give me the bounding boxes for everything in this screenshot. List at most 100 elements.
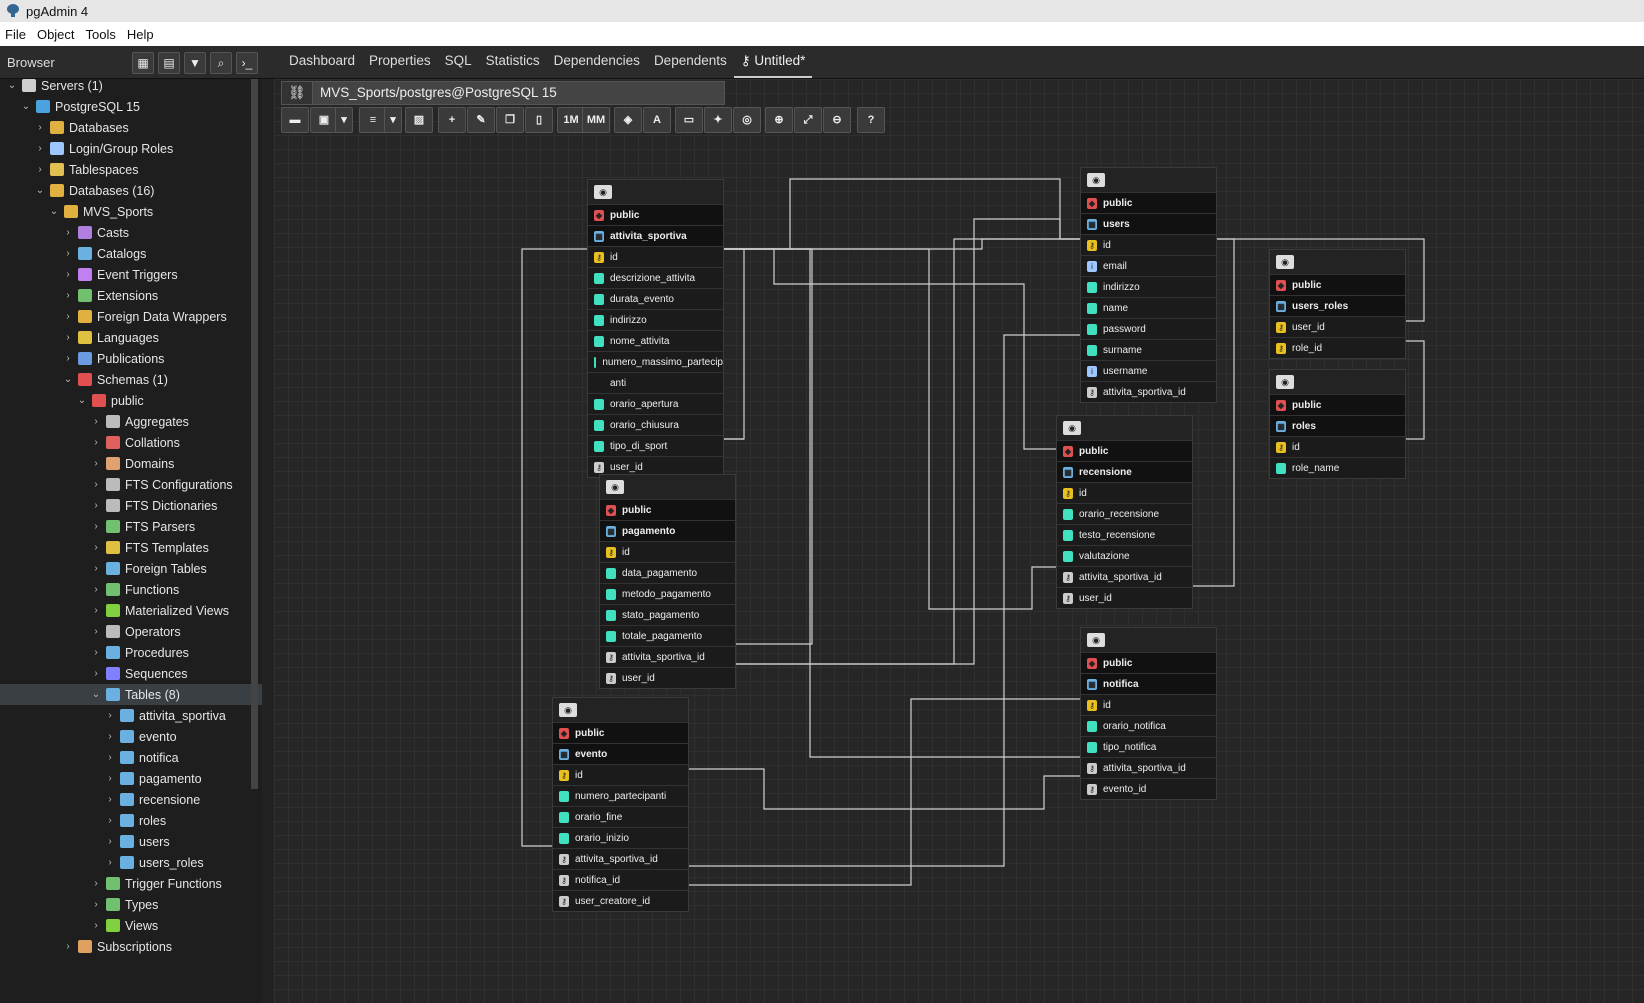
menu-tools[interactable]: Tools: [86, 27, 116, 42]
table-name-row[interactable]: ▦ notifica: [1081, 673, 1216, 694]
table-column-row[interactable]: tipo_di_sport: [588, 435, 723, 456]
table-column-row[interactable]: stato_pagamento: [600, 604, 735, 625]
tree-item[interactable]: ⌄ MVS_Sports: [0, 201, 262, 222]
chevron-right-icon[interactable]: ›: [34, 143, 46, 154]
table-name-row[interactable]: ▦ evento: [553, 743, 688, 764]
chevron-right-icon[interactable]: ›: [90, 458, 102, 469]
table-schema-row[interactable]: ◆ public: [1081, 652, 1216, 673]
chevron-down-icon[interactable]: ⌄: [20, 101, 32, 112]
table-column-row[interactable]: nome_attivita: [588, 330, 723, 351]
erd-table-notifica[interactable]: ◉ ◆ public ▦ notifica ⚷ id orario_notifica tipo_…: [1080, 627, 1217, 800]
tree-item[interactable]: › Extensions: [0, 285, 262, 306]
chevron-right-icon[interactable]: ›: [104, 794, 116, 805]
chevron-right-icon[interactable]: ›: [62, 332, 74, 343]
chevron-right-icon[interactable]: ›: [90, 878, 102, 889]
table-name-row[interactable]: ▦ users: [1081, 213, 1216, 234]
chevron-right-icon[interactable]: ›: [62, 269, 74, 280]
chevron-right-icon[interactable]: ›: [90, 647, 102, 658]
table-column-row[interactable]: ⚷ user_creatore_id: [553, 890, 688, 911]
chevron-right-icon[interactable]: ›: [62, 353, 74, 364]
tab-dashboard[interactable]: Dashboard: [282, 46, 362, 78]
view-data-icon[interactable]: ▤: [158, 52, 180, 74]
table-column-row[interactable]: ⚷ id: [1081, 694, 1216, 715]
toggle-visibility-icon[interactable]: ◉: [1063, 421, 1081, 435]
menu-object[interactable]: Object: [37, 27, 75, 42]
tree-item[interactable]: › Catalogs: [0, 243, 262, 264]
table-name-row[interactable]: ▦ users_roles: [1270, 295, 1405, 316]
tree-item[interactable]: › Types: [0, 894, 262, 915]
tree-item[interactable]: › Domains: [0, 453, 262, 474]
chevron-right-icon[interactable]: ›: [104, 710, 116, 721]
erd-table-recensione[interactable]: ◉ ◆ public ▦ recensione ⚷ id orario_recensione t…: [1056, 415, 1193, 609]
tree-item[interactable]: › Views: [0, 915, 262, 936]
chevron-down-icon[interactable]: ⌄: [90, 689, 102, 700]
chevron-right-icon[interactable]: ›: [104, 731, 116, 742]
relationship-line[interactable]: [687, 334, 1080, 867]
tree-item[interactable]: › FTS Templates: [0, 537, 262, 558]
table-column-row[interactable]: ⚷ id: [553, 764, 688, 785]
tab-erd-untitled[interactable]: ⚷ Untitled*: [733, 46, 813, 78]
chevron-down-icon[interactable]: ⌄: [62, 374, 74, 385]
tree-item[interactable]: › Foreign Tables: [0, 558, 262, 579]
table-column-row[interactable]: orario_chiusura: [588, 414, 723, 435]
tab-dependencies[interactable]: Dependencies: [547, 46, 647, 78]
table-name-row[interactable]: ▦ attivita_sportiva: [588, 225, 723, 246]
table-column-row[interactable]: name: [1081, 297, 1216, 318]
table-column-row[interactable]: ⚷ notifica_id: [553, 869, 688, 890]
table-column-row[interactable]: anti: [588, 372, 723, 393]
table-column-row[interactable]: ⚷ attivita_sportiva_id: [1081, 381, 1216, 402]
chevron-right-icon[interactable]: ›: [90, 416, 102, 427]
toggle-visibility-icon[interactable]: ◉: [1087, 173, 1105, 187]
tree-item[interactable]: › notifica: [0, 747, 262, 768]
table-column-row[interactable]: totale_pagamento: [600, 625, 735, 646]
tree-item[interactable]: › Aggregates: [0, 411, 262, 432]
relationship-line[interactable]: [722, 238, 1080, 250]
toggle-visibility-icon[interactable]: ◉: [594, 185, 612, 199]
table-schema-row[interactable]: ◆ public: [553, 722, 688, 743]
tab-sql[interactable]: SQL: [438, 46, 479, 78]
chevron-right-icon[interactable]: ›: [90, 920, 102, 931]
tree-item[interactable]: › FTS Dictionaries: [0, 495, 262, 516]
table-column-row[interactable]: indirizzo: [1081, 276, 1216, 297]
tree-item[interactable]: ⌄ Databases (16): [0, 180, 262, 201]
table-column-row[interactable]: orario_notifica: [1081, 715, 1216, 736]
table-column-row[interactable]: ⚷ user_id: [600, 667, 735, 688]
toggle-visibility-icon[interactable]: ◉: [1087, 633, 1105, 647]
chevron-right-icon[interactable]: ›: [62, 311, 74, 322]
table-column-row[interactable]: numero_partecipanti: [553, 785, 688, 806]
chevron-right-icon[interactable]: ›: [90, 899, 102, 910]
chevron-right-icon[interactable]: ›: [62, 227, 74, 238]
table-column-row[interactable]: role_name: [1270, 457, 1405, 478]
tree-item[interactable]: › users_roles: [0, 852, 262, 873]
table-schema-row[interactable]: ◆ public: [1081, 192, 1216, 213]
table-column-row[interactable]: orario_recensione: [1057, 503, 1192, 524]
table-column-row[interactable]: ⚷ attivita_sportiva_id: [1081, 757, 1216, 778]
relationship-line[interactable]: [687, 768, 1080, 810]
chevron-down-icon[interactable]: ⌄: [76, 395, 88, 406]
table-column-row[interactable]: ⚷ user_id: [1270, 316, 1405, 337]
chevron-right-icon[interactable]: ›: [104, 815, 116, 826]
tree-item[interactable]: ⌄ public: [0, 390, 262, 411]
chevron-right-icon[interactable]: ›: [90, 500, 102, 511]
chevron-down-icon[interactable]: ⌄: [34, 185, 46, 196]
table-schema-row[interactable]: ◆ public: [588, 204, 723, 225]
tree-item[interactable]: ⌄ PostgreSQL 15: [0, 96, 262, 117]
chevron-right-icon[interactable]: ›: [90, 437, 102, 448]
table-column-row[interactable]: valutazione: [1057, 545, 1192, 566]
tree-item[interactable]: › Casts: [0, 222, 262, 243]
chevron-right-icon[interactable]: ›: [104, 857, 116, 868]
relationship-line[interactable]: [722, 248, 745, 440]
chevron-right-icon[interactable]: ›: [90, 605, 102, 616]
filter-rows-icon[interactable]: ▼: [184, 52, 206, 74]
table-column-row[interactable]: orario_apertura: [588, 393, 723, 414]
chevron-down-icon[interactable]: ⌄: [6, 80, 18, 91]
chevron-right-icon[interactable]: ›: [62, 290, 74, 301]
table-column-row[interactable]: ⚷ id: [600, 541, 735, 562]
tree-item[interactable]: › FTS Configurations: [0, 474, 262, 495]
chevron-right-icon[interactable]: ›: [104, 752, 116, 763]
tree-item[interactable]: ⌄ Tables (8): [0, 684, 262, 705]
tree-scrollbar[interactable]: [251, 79, 258, 789]
tree-item[interactable]: › Databases: [0, 117, 262, 138]
table-column-row[interactable]: ⚷ id: [1081, 234, 1216, 255]
chevron-right-icon[interactable]: ›: [90, 563, 102, 574]
